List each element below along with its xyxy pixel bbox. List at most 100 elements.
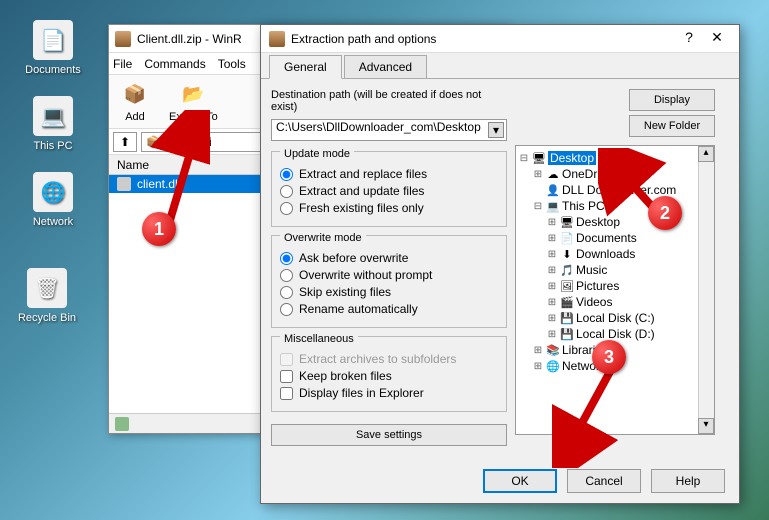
desktop-icon-thispc[interactable]: 💻 This PC bbox=[18, 96, 88, 152]
tree-expander-icon[interactable]: ⊞ bbox=[546, 233, 558, 244]
check-display-explorer[interactable]: Display files in Explorer bbox=[280, 386, 498, 400]
tree-folder-icon: 💾 bbox=[560, 327, 574, 341]
help-button[interactable]: ? bbox=[675, 29, 703, 49]
tree-expander-icon[interactable]: ⊞ bbox=[546, 297, 558, 308]
tree-item-local-disk-c-[interactable]: ⊞💾Local Disk (C:) bbox=[518, 310, 712, 326]
tree-label: Libraries bbox=[562, 343, 608, 357]
tab-advanced[interactable]: Advanced bbox=[344, 55, 427, 79]
dropdown-arrow-icon[interactable]: ▾ bbox=[488, 122, 504, 138]
close-button[interactable]: ✕ bbox=[703, 29, 731, 49]
tree-expander-icon[interactable]: ⊞ bbox=[546, 281, 558, 292]
tree-scrollbar[interactable] bbox=[698, 146, 714, 434]
tree-folder-icon: 🎵 bbox=[560, 263, 574, 277]
destination-input[interactable]: C:\Users\DllDownloader_com\Desktop ▾ bbox=[271, 119, 507, 141]
save-settings-button[interactable]: Save settings bbox=[271, 424, 507, 446]
cancel-button[interactable]: Cancel bbox=[567, 469, 641, 493]
dialog-tabs: General Advanced bbox=[261, 53, 739, 79]
tab-general[interactable]: General bbox=[269, 55, 342, 79]
overwrite-mode-group: Overwrite mode Ask before overwrite Over… bbox=[271, 235, 507, 328]
radio-overwrite-noprompt[interactable]: Overwrite without prompt bbox=[280, 268, 498, 282]
tree-expander-icon[interactable]: ⊞ bbox=[546, 217, 558, 228]
menu-commands[interactable]: Commands bbox=[144, 57, 205, 71]
help-dialog-button[interactable]: Help bbox=[651, 469, 725, 493]
radio-fresh-only[interactable]: Fresh existing files only bbox=[280, 201, 498, 215]
tree-item-network[interactable]: ⊞🌐Network bbox=[518, 358, 712, 374]
tree-item-desktop[interactable]: ⊟🖥Desktop bbox=[518, 150, 712, 166]
tree-folder-icon: 💻 bbox=[546, 199, 560, 213]
tree-expander-icon[interactable]: ⊞ bbox=[546, 313, 558, 324]
tree-item-documents[interactable]: ⊞📄Documents bbox=[518, 230, 712, 246]
path-up-button[interactable]: ⬆ bbox=[113, 132, 137, 152]
menu-file[interactable]: File bbox=[113, 57, 132, 71]
tree-label: Local Disk (D:) bbox=[576, 327, 655, 341]
tree-label: Downloads bbox=[576, 247, 635, 261]
radio-skip-existing[interactable]: Skip existing files bbox=[280, 285, 498, 299]
tree-label: This PC bbox=[562, 199, 605, 213]
documents-icon: 📄 bbox=[33, 20, 73, 60]
tree-label: Network bbox=[562, 359, 606, 373]
display-button[interactable]: Display bbox=[629, 89, 715, 111]
folder-tree[interactable]: ⊟🖥Desktop⊞☁OneDrive👤DLL Downloader.com⊟💻… bbox=[515, 145, 715, 435]
tree-item-libraries[interactable]: ⊞📚Libraries bbox=[518, 342, 712, 358]
tree-folder-icon: 📄 bbox=[560, 231, 574, 245]
dialog-title: Extraction path and options bbox=[291, 32, 436, 46]
dialog-button-row: OK Cancel Help bbox=[483, 469, 725, 493]
tree-item-videos[interactable]: ⊞🎬Videos bbox=[518, 294, 712, 310]
desktop-icon-documents[interactable]: 📄 Documents bbox=[18, 20, 88, 76]
misc-title: Miscellaneous bbox=[280, 333, 358, 345]
dialog-titlebar[interactable]: Extraction path and options ? ✕ bbox=[261, 25, 739, 53]
menu-tools[interactable]: Tools bbox=[218, 57, 246, 71]
toolbar-add-button[interactable]: 📦 Add bbox=[119, 81, 151, 123]
tree-folder-icon: ☁ bbox=[546, 167, 560, 181]
tree-label: Documents bbox=[576, 231, 637, 245]
tree-item-downloads[interactable]: ⊞⬇Downloads bbox=[518, 246, 712, 262]
desktop-icon-recyclebin[interactable]: 🗑 Recycle Bin bbox=[12, 268, 82, 324]
tree-expander-icon[interactable]: ⊞ bbox=[532, 345, 544, 356]
tree-expander-icon[interactable]: ⊟ bbox=[518, 153, 530, 164]
toolbar-extract-button[interactable]: 📂 Extract To bbox=[169, 81, 218, 123]
tree-item-dll-downloader-com[interactable]: 👤DLL Downloader.com bbox=[518, 182, 712, 198]
tree-label: Music bbox=[576, 263, 607, 277]
scroll-down-button[interactable]: ▾ bbox=[698, 418, 714, 434]
tree-expander-icon[interactable]: ⊞ bbox=[532, 169, 544, 180]
check-extract-subfolders[interactable]: Extract archives to subfolders bbox=[280, 352, 498, 366]
tree-folder-icon: ⬇ bbox=[560, 247, 574, 261]
radio-extract-update[interactable]: Extract and update files bbox=[280, 184, 498, 198]
tree-item-music[interactable]: ⊞🎵Music bbox=[518, 262, 712, 278]
recyclebin-icon: 🗑 bbox=[27, 268, 67, 308]
scroll-up-button[interactable]: ▴ bbox=[698, 146, 714, 162]
tree-item-desktop[interactable]: ⊞🖥Desktop bbox=[518, 214, 712, 230]
ok-button[interactable]: OK bbox=[483, 469, 557, 493]
tree-label: Pictures bbox=[576, 279, 619, 293]
radio-extract-replace[interactable]: Extract and replace files bbox=[280, 167, 498, 181]
dll-file-icon bbox=[117, 177, 131, 191]
column-name: Name bbox=[117, 158, 149, 172]
tree-label: DLL Downloader.com bbox=[562, 183, 676, 197]
desktop-icon-network[interactable]: 🌐 Network bbox=[18, 172, 88, 228]
tree-item-onedrive[interactable]: ⊞☁OneDrive bbox=[518, 166, 712, 182]
new-folder-button[interactable]: New Folder bbox=[629, 115, 715, 137]
winrar-title: Client.dll.zip - WinR bbox=[137, 32, 242, 46]
tree-label: Desktop bbox=[576, 215, 620, 229]
extract-icon: 📂 bbox=[177, 81, 209, 109]
tree-item-this-pc[interactable]: ⊟💻This PC bbox=[518, 198, 712, 214]
tree-folder-icon: 🖥 bbox=[532, 151, 546, 165]
thispc-icon: 💻 bbox=[33, 96, 73, 136]
tree-expander-icon[interactable]: ⊞ bbox=[546, 265, 558, 276]
check-keep-broken[interactable]: Keep broken files bbox=[280, 369, 498, 383]
radio-ask-before[interactable]: Ask before overwrite bbox=[280, 251, 498, 265]
tree-expander-icon[interactable]: ⊞ bbox=[546, 249, 558, 260]
tree-expander-icon[interactable]: ⊞ bbox=[532, 361, 544, 372]
tree-folder-icon: 🖼 bbox=[560, 279, 574, 293]
tree-label: Local Disk (C:) bbox=[576, 311, 655, 325]
update-mode-title: Update mode bbox=[280, 148, 354, 160]
tree-item-local-disk-d-[interactable]: ⊞💾Local Disk (D:) bbox=[518, 326, 712, 342]
tree-item-pictures[interactable]: ⊞🖼Pictures bbox=[518, 278, 712, 294]
update-mode-group: Update mode Extract and replace files Ex… bbox=[271, 151, 507, 227]
tree-folder-icon: 🎬 bbox=[560, 295, 574, 309]
tree-expander-icon[interactable]: ⊞ bbox=[546, 329, 558, 340]
radio-rename-auto[interactable]: Rename automatically bbox=[280, 302, 498, 316]
tree-folder-icon: 🌐 bbox=[546, 359, 560, 373]
tree-expander-icon[interactable]: ⊟ bbox=[532, 201, 544, 212]
misc-group: Miscellaneous Extract archives to subfol… bbox=[271, 336, 507, 412]
